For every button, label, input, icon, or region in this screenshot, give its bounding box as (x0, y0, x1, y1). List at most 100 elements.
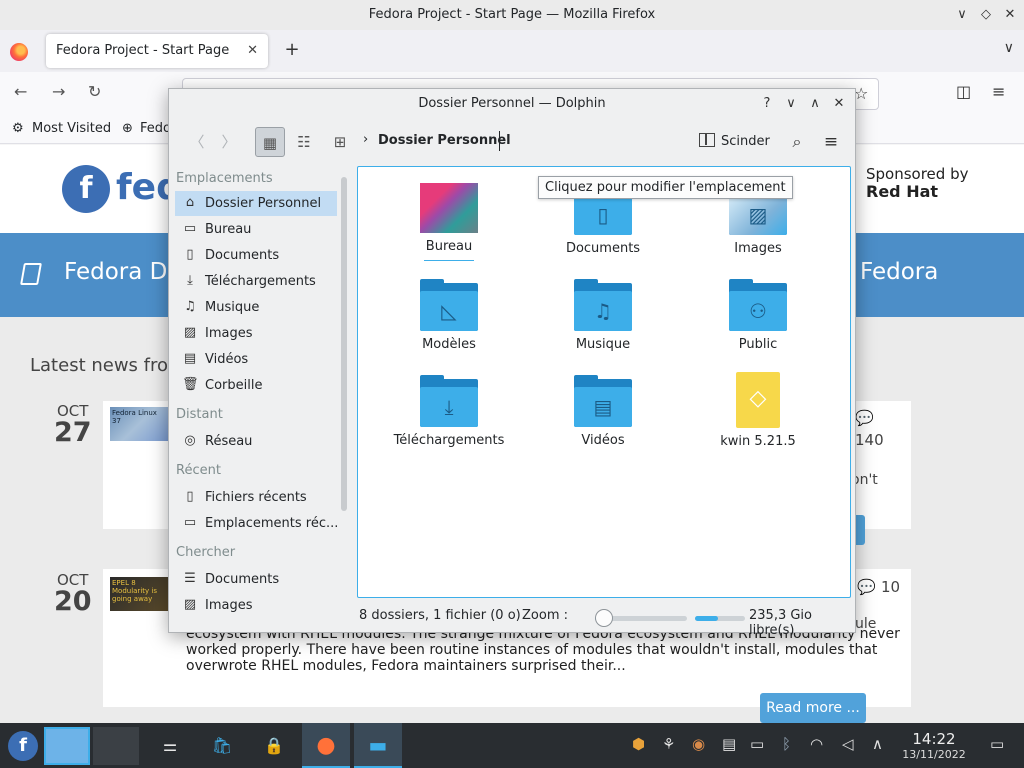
zoom-slider-handle[interactable] (595, 609, 614, 627)
file-item-telechargements[interactable]: ⤓ Téléchargements (374, 375, 524, 448)
package-icon[interactable]: ⬢ (632, 735, 645, 753)
sponsor-block[interactable]: Sponsored by Red Hat (866, 165, 968, 201)
places-item-videos[interactable]: ▤ Vidéos (175, 347, 337, 372)
file-item-videos[interactable]: ▤ Vidéos (528, 375, 678, 448)
news-day: 27 (54, 417, 92, 448)
fedora-logo-icon[interactable]: f (62, 165, 110, 213)
dolphin-folder-icon: ▬ (368, 733, 388, 757)
dolphin-titlebar: Dossier Personnel — Dolphin ? ∨ ∧ ✕ (169, 89, 855, 119)
file-item-kwin[interactable]: kwin 5.21.5 (683, 372, 833, 449)
places-panel: Emplacements ⌂ Dossier Personnel ▭ Bureau … (173, 167, 339, 627)
gear-icon: ⚙ (12, 121, 24, 136)
new-tab-button[interactable]: + (280, 38, 304, 62)
free-space-fill (695, 616, 718, 621)
pocket-icon[interactable]: ◫ (956, 82, 971, 101)
clock-time[interactable]: 14:22 (898, 730, 970, 748)
comment-count: 10 (881, 578, 901, 596)
places-scrollbar[interactable] (341, 177, 347, 511)
film-icon: ▤ (183, 351, 197, 366)
details-view-button[interactable]: ⊞ (325, 127, 355, 157)
places-item-recent-files[interactable]: ▯ Fichiers récents (175, 485, 337, 510)
split-button[interactable]: Scinder (699, 127, 770, 157)
battery-icon[interactable]: ▭ (750, 735, 764, 753)
split-icon (699, 133, 715, 147)
application-launcher-icon[interactable]: f (8, 731, 38, 761)
folder-public-icon: ⚇ (729, 279, 787, 331)
menu-icon[interactable]: ≡ (992, 82, 1005, 101)
trash-icon: 🗑 (182, 377, 199, 392)
discover-store-icon[interactable]: 🛍 (200, 723, 244, 768)
close-icon[interactable]: ✕ (827, 89, 851, 119)
places-item-images[interactable]: ▨ Images (175, 321, 337, 346)
back-button[interactable]: 〈 (185, 127, 209, 157)
taskbar-dolphin[interactable]: ▬ (354, 723, 402, 768)
compact-view-button[interactable]: ☷ (289, 127, 319, 157)
maximize-icon[interactable]: ∧ (803, 89, 827, 119)
text-list-icon: ☰ (184, 571, 196, 586)
sponsor-name: Red Hat (866, 182, 939, 201)
bookmark-fedora[interactable]: Fedo (140, 121, 171, 136)
taskbar-firefox[interactable]: ● (302, 723, 350, 768)
zoom-slider[interactable] (595, 609, 687, 627)
vault-icon[interactable]: 🔒 (252, 723, 296, 768)
location-bar[interactable]: Dossier Personnel (378, 133, 511, 148)
latest-news-heading: Latest news from (30, 355, 186, 376)
back-icon[interactable]: ← (14, 82, 27, 101)
places-item-home[interactable]: ⌂ Dossier Personnel (175, 191, 337, 216)
virtual-desktop-2[interactable] (93, 727, 139, 765)
places-item-trash[interactable]: 🗑 Corbeille (175, 373, 337, 398)
wifi-icon[interactable]: ◠ (810, 735, 823, 753)
comment-icon: 💬 (855, 409, 874, 427)
settings-sliders-icon[interactable]: ⚌ (150, 723, 190, 768)
places-item-documents[interactable]: ▯ Documents (175, 243, 337, 268)
home-icon: ⌂ (185, 195, 195, 210)
hamburger-menu-icon[interactable]: ≡ (819, 127, 843, 157)
places-item-recent-locations[interactable]: ▭ Emplacements réc... (175, 511, 337, 536)
file-item-modeles[interactable]: ◺ Modèles (374, 279, 524, 352)
places-item-music[interactable]: ♫ Musique (175, 295, 337, 320)
icons-view-button[interactable]: ▦ (255, 127, 285, 157)
kde-connect-icon[interactable]: ⚘ (662, 735, 675, 753)
file-item-musique[interactable]: ♫ Musique (528, 279, 678, 352)
firefox-tabstrip: Fedora Project - Start Page ✕ + ∨ (0, 30, 1024, 72)
globe-icon: ⊕ (122, 121, 133, 136)
expand-tray-icon[interactable]: ∧ (872, 735, 883, 753)
location-tooltip: Cliquez pour modifier l'emplacement (538, 176, 793, 199)
places-heading: Récent (176, 463, 221, 478)
file-item-public[interactable]: ⚇ Public (683, 279, 833, 352)
help-icon[interactable]: ? (755, 89, 779, 119)
bookmark-most-visited[interactable]: Most Visited (32, 121, 111, 136)
minimize-icon[interactable]: ∨ (779, 89, 803, 119)
banner-left-text[interactable]: Fedora D (64, 259, 167, 285)
virtual-desktop-1[interactable] (44, 727, 90, 765)
updates-icon[interactable]: ◉ (692, 735, 705, 753)
places-item-downloads[interactable]: ⤓ Téléchargements (175, 269, 337, 294)
forward-icon[interactable]: → (52, 82, 65, 101)
volume-icon[interactable]: ◁ (842, 735, 854, 753)
search-icon[interactable]: ⌕ (785, 127, 809, 157)
close-tab-icon[interactable]: ✕ (247, 34, 258, 68)
places-heading: Chercher (176, 545, 236, 560)
bookmark-star-icon[interactable]: ☆ (854, 84, 868, 103)
clipboard-icon[interactable]: ▤ (722, 735, 736, 753)
file-item-bureau[interactable]: Bureau (374, 183, 524, 254)
reload-icon[interactable]: ↻ (88, 82, 101, 101)
forward-button[interactable]: 〉 (217, 127, 241, 157)
list-tabs-icon[interactable]: ∨ (1004, 40, 1014, 56)
read-more-button[interactable]: Read more ... (760, 693, 866, 723)
places-item-search-documents[interactable]: ☰ Documents (175, 567, 337, 592)
show-desktop-icon[interactable]: ▭ (990, 735, 1004, 753)
split-label: Scinder (721, 134, 770, 149)
news-thumbnail[interactable]: EPEL 8 Modularity is going away (110, 577, 168, 611)
browser-tab[interactable]: Fedora Project - Start Page ✕ (46, 34, 268, 68)
clock-date[interactable]: 13/11/2022 (898, 748, 970, 761)
places-item-network[interactable]: ◎ Réseau (175, 429, 337, 454)
close-icon[interactable]: ✕ (996, 0, 1024, 30)
places-item-desktop[interactable]: ▭ Bureau (175, 217, 337, 242)
file-view[interactable]: Bureau ▯ Documents ▨ Images ◺ Modèles ♫ … (357, 166, 851, 598)
banner-right-text[interactable]: Fedora (860, 259, 938, 285)
recent-document-icon: ▯ (186, 489, 194, 504)
news-thumbnail[interactable]: Fedora Linux 37 (110, 407, 168, 441)
bluetooth-icon[interactable]: ᛒ (782, 735, 791, 753)
download-icon: ⤓ (187, 273, 193, 288)
